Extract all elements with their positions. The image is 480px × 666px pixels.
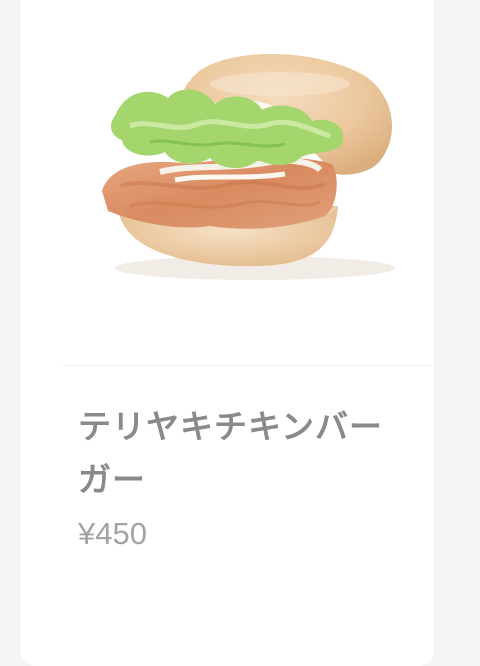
product-price: ¥450 — [78, 516, 147, 551]
burger-image — [102, 54, 395, 280]
product-card[interactable]: テリヤキチキンバーガー ¥450 — [20, 0, 434, 666]
divider — [62, 365, 432, 366]
product-name[interactable]: テリヤキチキンバーガー — [78, 400, 408, 506]
